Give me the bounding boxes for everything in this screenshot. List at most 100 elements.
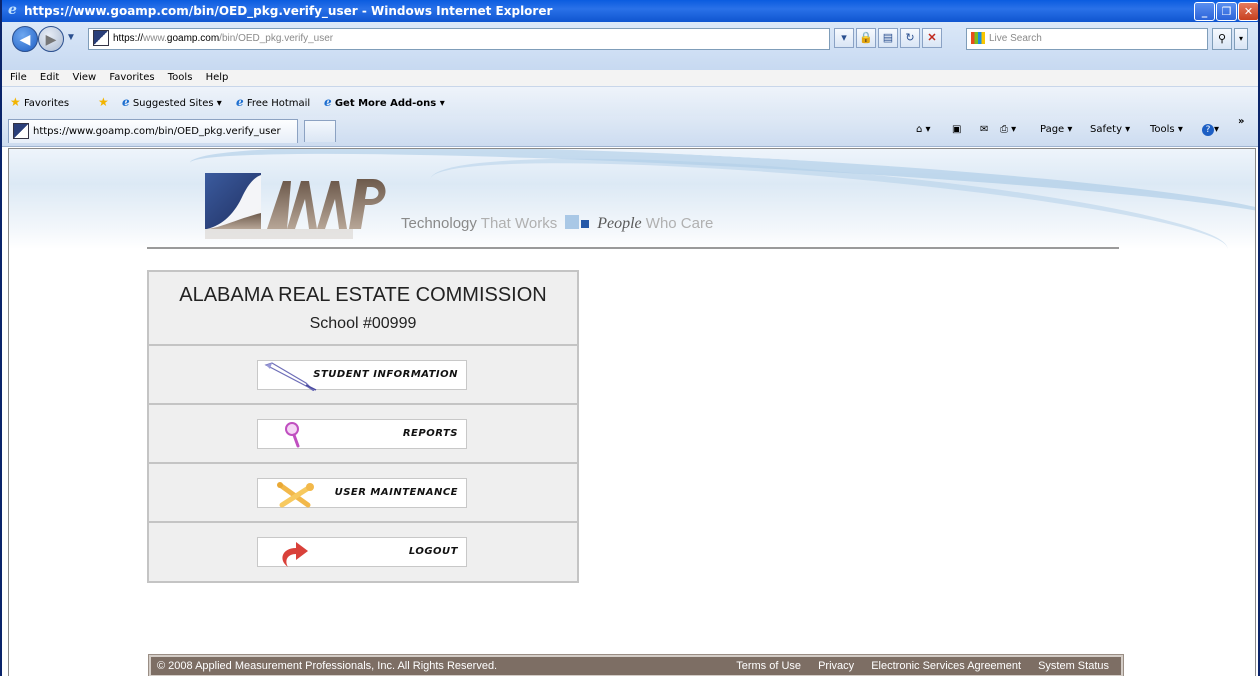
system-status-link[interactable]: System Status: [1038, 660, 1109, 672]
site-favicon-icon: [13, 123, 29, 139]
tab-active[interactable]: https://www.goamp.com/bin/OED_pkg.verify…: [8, 119, 298, 143]
electronic-services-agreement-link[interactable]: Electronic Services Agreement: [871, 660, 1021, 672]
new-tab-button[interactable]: [304, 120, 336, 142]
back-button[interactable]: ◀: [12, 26, 38, 52]
search-icon[interactable]: ⚲: [1212, 28, 1232, 50]
site-favicon-icon: [93, 30, 109, 47]
help-button[interactable]: ? ▾: [1202, 124, 1219, 136]
close-button[interactable]: ✕: [1238, 2, 1258, 21]
search-options-dropdown-icon[interactable]: ▾: [1234, 28, 1248, 50]
logout-button[interactable]: LOGOUT: [257, 537, 467, 567]
mail-icon[interactable]: ✉: [980, 124, 988, 135]
ie-logo-icon: e: [8, 2, 17, 18]
get-more-addons-link[interactable]: e Get More Add-ons ▾: [324, 95, 445, 109]
main-menu-panel: ALABAMA REAL ESTATE COMMISSION School #0…: [147, 270, 579, 583]
stop-icon[interactable]: ✕: [922, 28, 942, 48]
favorites-bar: ★ Favorites ★ e Suggested Sites ▾ e Free…: [2, 86, 1258, 117]
page-content: Technology That Works People Who Care ALA…: [8, 148, 1256, 676]
tagline-square-dark: [581, 220, 590, 228]
page-menu[interactable]: Page ▾: [1040, 124, 1072, 135]
address-input[interactable]: https://www.goamp.com/bin/OED_pkg.verify…: [88, 28, 830, 50]
free-hotmail-link[interactable]: e Free Hotmail: [236, 95, 310, 109]
help-icon: ?: [1202, 124, 1214, 136]
window-title: https://www.goamp.com/bin/OED_pkg.verify…: [24, 4, 553, 18]
magnifier-icon: [285, 422, 300, 448]
more-commands-icon[interactable]: »: [1238, 116, 1244, 127]
tagline-technology: Technology: [401, 215, 477, 232]
reports-button[interactable]: REPORTS: [257, 419, 467, 449]
tab-label: https://www.goamp.com/bin/OED_pkg.verify…: [33, 126, 281, 137]
menu-edit[interactable]: Edit: [40, 72, 59, 83]
menu-row-student-information: STUDENT INFORMATION: [149, 346, 577, 405]
panel-header: ALABAMA REAL ESTATE COMMISSION School #0…: [149, 272, 577, 346]
amp-logo: [205, 173, 386, 239]
menu-file[interactable]: File: [10, 72, 27, 83]
menu-favorites[interactable]: Favorites: [109, 72, 154, 83]
address-dropdown-icon[interactable]: ▾: [834, 28, 854, 48]
compatibility-view-icon[interactable]: ▤: [878, 28, 898, 48]
footer-links: Terms of Use Privacy Electronic Services…: [722, 657, 1109, 675]
menu-tools[interactable]: Tools: [168, 72, 193, 83]
ie-page-icon: e: [122, 95, 130, 109]
menu-row-reports: REPORTS: [149, 405, 577, 464]
suggested-sites-label: Suggested Sites ▾: [132, 98, 222, 109]
page-footer: © 2008 Applied Measurement Professionals…: [148, 654, 1124, 676]
terms-of-use-link[interactable]: Terms of Use: [736, 660, 801, 672]
lock-icon[interactable]: 🔒: [856, 28, 876, 48]
free-hotmail-label: Free Hotmail: [246, 98, 311, 109]
tagline-square-light: [565, 215, 580, 229]
student-information-button[interactable]: STUDENT INFORMATION: [257, 360, 467, 391]
menu-row-logout: LOGOUT: [149, 523, 577, 580]
ie-page-icon: e: [236, 95, 244, 109]
menu-row-user-maintenance: USER MAINTENANCE: [149, 464, 577, 523]
favorites-star-icon: ★: [10, 95, 21, 109]
add-to-favorites-bar-icon[interactable]: ★: [98, 95, 109, 109]
menu-bar: File Edit View Favorites Tools Help: [2, 70, 1258, 86]
tagline-who-care: Who Care: [645, 215, 714, 232]
url-domain: goamp.com: [166, 33, 220, 44]
student-information-label: STUDENT INFORMATION: [313, 369, 458, 380]
favorites-label: Favorites: [23, 98, 70, 109]
banner-divider: [147, 247, 1119, 249]
tab-row: https://www.goamp.com/bin/OED_pkg.verify…: [2, 116, 1258, 147]
navigation-bar: ◀ ▶ ▼ https://www.goamp.com/bin/OED_pkg.…: [2, 22, 1258, 70]
safety-menu[interactable]: Safety ▾: [1090, 124, 1130, 135]
refresh-icon[interactable]: ↻: [900, 28, 920, 48]
header-banner: Technology That Works People Who Care: [9, 149, 1255, 249]
tagline-people: People: [597, 215, 642, 232]
organization-name: ALABAMA REAL ESTATE COMMISSION: [179, 284, 547, 306]
maximize-button[interactable]: ❐: [1216, 2, 1237, 21]
feeds-icon[interactable]: ▣: [952, 124, 961, 135]
ie-page-icon: e: [324, 95, 332, 109]
reports-label: REPORTS: [402, 428, 458, 439]
get-more-addons-label: Get More Add-ons ▾: [334, 98, 445, 109]
browser-window: e https://www.goamp.com/bin/OED_pkg.veri…: [0, 0, 1260, 676]
favorites-button[interactable]: ★ Favorites: [10, 95, 69, 109]
copyright-text: © 2008 Applied Measurement Professionals…: [157, 660, 498, 672]
user-maintenance-label: USER MAINTENANCE: [334, 487, 458, 498]
search-placeholder: Live Search: [989, 33, 1042, 44]
school-number: School #00999: [309, 315, 417, 332]
help-dropdown: ▾: [1214, 124, 1220, 135]
suggested-sites-link[interactable]: e Suggested Sites ▾: [122, 95, 222, 109]
return-arrow-icon: [282, 542, 308, 567]
tagline: Technology That Works People Who Care: [401, 215, 713, 233]
logout-label: LOGOUT: [408, 546, 458, 557]
user-maintenance-button[interactable]: USER MAINTENANCE: [257, 478, 467, 508]
print-icon[interactable]: ⎙ ▾: [1000, 124, 1016, 135]
window-title-bar: e https://www.goamp.com/bin/OED_pkg.veri…: [2, 0, 1258, 22]
tagline-that-works: That Works: [480, 215, 558, 232]
history-dropdown-icon[interactable]: ▼: [66, 32, 76, 43]
tools-icon: [277, 482, 314, 508]
minimize-button[interactable]: _: [1194, 2, 1215, 21]
menu-help[interactable]: Help: [206, 72, 229, 83]
privacy-link[interactable]: Privacy: [818, 660, 854, 672]
url-path: /bin/OED_pkg.verify_user: [219, 33, 334, 44]
search-input[interactable]: Live Search: [966, 28, 1208, 50]
home-dropdown: ▾: [925, 124, 931, 135]
menu-view[interactable]: View: [72, 72, 96, 83]
live-search-logo-icon: [971, 32, 985, 45]
forward-button[interactable]: ▶: [38, 26, 64, 52]
home-button[interactable]: ⌂ ▾: [916, 124, 931, 135]
tools-menu[interactable]: Tools ▾: [1150, 124, 1183, 135]
